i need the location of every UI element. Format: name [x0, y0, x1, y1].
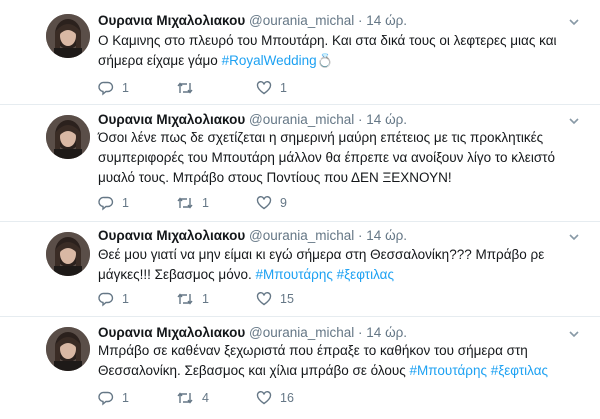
timestamp[interactable]: 14 ώρ.: [366, 13, 407, 28]
like-button[interactable]: 1: [256, 80, 287, 96]
hashtag-link[interactable]: #Μπουτάρης #ξεφτιλας: [410, 363, 548, 378]
chevron-down-icon[interactable]: [568, 115, 580, 127]
like-count: 9: [280, 196, 287, 210]
like-count: 16: [280, 391, 294, 405]
tweet[interactable]: Ουρανια Μιχαλολιακου @ourania_michal · 1…: [0, 0, 600, 105]
tweet-feed: Ουρανια Μιχαλολιακου @ourania_michal · 1…: [0, 0, 600, 419]
avatar[interactable]: [46, 14, 90, 58]
reply-count: 1: [122, 81, 129, 95]
timestamp[interactable]: 14 ώρ.: [366, 112, 407, 127]
tweet[interactable]: Ουρανια Μιχαλολιακου @ourania_michal · 1…: [0, 317, 600, 419]
separator-dot: ·: [358, 325, 363, 340]
tweet-text: Όσοι λένε πως δε σχετίζεται η σημερινή μ…: [98, 128, 568, 188]
display-name[interactable]: Ουρανια Μιχαλολιακου: [98, 13, 245, 28]
heart-icon: [256, 81, 272, 95]
retweet-button[interactable]: 1: [176, 195, 209, 211]
timestamp[interactable]: 14 ώρ.: [366, 325, 407, 340]
user-handle[interactable]: @ourania_michal: [249, 228, 354, 243]
retweet-button[interactable]: 1: [176, 291, 209, 307]
tweet-text: Θεέ μου γιατί να μην είμαι κι εγώ σήμερα…: [98, 245, 568, 285]
reply-button[interactable]: 1: [98, 390, 129, 406]
retweet-button[interactable]: 4: [176, 390, 209, 406]
ring-emoji: 💍: [316, 53, 334, 68]
avatar[interactable]: [46, 327, 90, 371]
hashtag-link[interactable]: #Μπουτάρης #ξεφτιλας: [255, 267, 393, 282]
retweet-count: 1: [202, 196, 209, 210]
display-name[interactable]: Ουρανια Μιχαλολιακου: [98, 325, 245, 340]
reply-count: 1: [122, 391, 129, 405]
like-count: 15: [280, 292, 294, 306]
tweet[interactable]: Ουρανια Μιχαλολιακου @ourania_michal · 1…: [0, 105, 600, 222]
like-button[interactable]: 9: [256, 195, 287, 211]
chevron-down-icon[interactable]: [568, 231, 580, 243]
reply-count: 1: [122, 292, 129, 306]
retweet-icon: [177, 392, 193, 404]
chevron-down-icon[interactable]: [568, 16, 580, 28]
avatar[interactable]: [46, 115, 90, 159]
tweet-header: Ουρανια Μιχαλολιακου @ourania_michal · 1…: [98, 12, 407, 30]
reply-icon: [98, 196, 114, 211]
chevron-down-icon[interactable]: [568, 328, 580, 340]
avatar[interactable]: [46, 232, 90, 276]
tweet[interactable]: Ουρανια Μιχαλολιακου @ourania_michal · 1…: [0, 222, 600, 317]
heart-icon: [256, 391, 272, 405]
retweet-icon: [177, 293, 193, 305]
reply-button[interactable]: 1: [98, 291, 129, 307]
retweet-count: 1: [202, 292, 209, 306]
retweet-count: 4: [202, 391, 209, 405]
display-name[interactable]: Ουρανια Μιχαλολιακου: [98, 112, 245, 127]
reply-count: 1: [122, 196, 129, 210]
like-button[interactable]: 15: [256, 291, 294, 307]
tweet-header: Ουρανια Μιχαλολιακου @ourania_michal · 1…: [98, 227, 407, 245]
retweet-icon: [177, 197, 193, 209]
separator-dot: ·: [358, 228, 363, 243]
tweet-body: Όσοι λένε πως δε σχετίζεται η σημερινή μ…: [98, 130, 556, 185]
reply-button[interactable]: 1: [98, 195, 129, 211]
heart-icon: [256, 292, 272, 306]
reply-icon: [98, 292, 114, 307]
like-count: 1: [280, 81, 287, 95]
display-name[interactable]: Ουρανια Μιχαλολιακου: [98, 228, 245, 243]
tweet-text: Ο Καμινης στο πλευρό του Μπουτάρη. Και σ…: [98, 31, 568, 71]
timestamp[interactable]: 14 ώρ.: [366, 228, 407, 243]
reply-button[interactable]: 1: [98, 80, 129, 96]
tweet-text: Μπράβο σε καθέναν ξεχωριστά που έπραξε τ…: [98, 341, 568, 381]
reply-icon: [98, 81, 114, 96]
reply-icon: [98, 391, 114, 406]
heart-icon: [256, 196, 272, 210]
tweet-header: Ουρανια Μιχαλολιακου @ourania_michal · 1…: [98, 324, 407, 342]
tweet-header: Ουρανια Μιχαλολιακου @ourania_michal · 1…: [98, 111, 407, 129]
like-button[interactable]: 16: [256, 390, 294, 406]
user-handle[interactable]: @ourania_michal: [249, 325, 354, 340]
hashtag-link[interactable]: #RoyalWedding: [222, 53, 317, 68]
user-handle[interactable]: @ourania_michal: [249, 112, 354, 127]
separator-dot: ·: [358, 13, 363, 28]
retweet-icon: [177, 82, 193, 94]
separator-dot: ·: [358, 112, 363, 127]
retweet-button[interactable]: [176, 80, 202, 96]
user-handle[interactable]: @ourania_michal: [249, 13, 354, 28]
